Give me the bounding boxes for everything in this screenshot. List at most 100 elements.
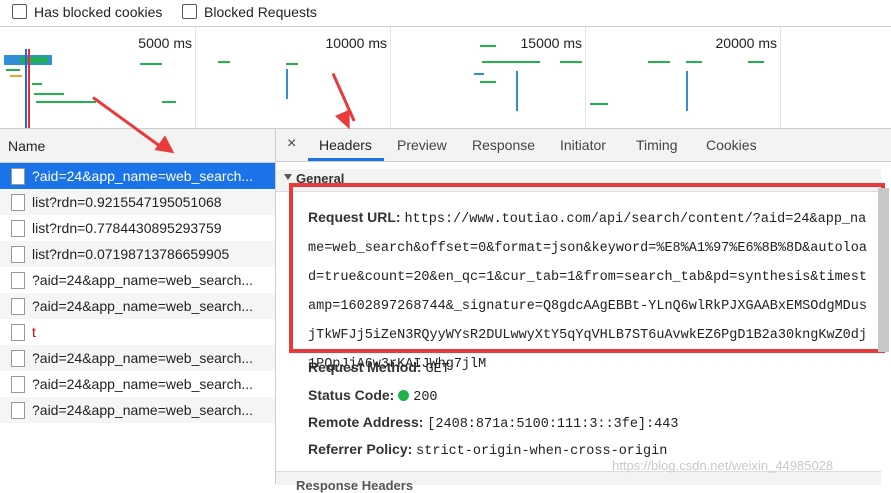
file-icon	[11, 350, 25, 367]
waterfall-bar	[32, 83, 42, 85]
waterfall-bar	[162, 101, 176, 103]
waterfall-bar	[648, 61, 670, 63]
file-icon	[11, 220, 25, 237]
referrer-policy-row: Referrer Policy: strict-origin-when-cros…	[308, 441, 667, 459]
request-url-value[interactable]: https://www.toutiao.com/api/search/conte…	[308, 212, 867, 372]
waterfall-bar	[748, 61, 764, 63]
waterfall-bar	[6, 69, 20, 71]
watermark-text: https://blog.csdn.net/weixin_44985028	[612, 458, 834, 473]
status-code-label: Status Code:	[308, 387, 395, 403]
file-icon	[11, 246, 25, 263]
general-section-header[interactable]: General	[276, 169, 881, 192]
waterfall-bar	[140, 63, 162, 65]
waterfall-bar	[10, 75, 22, 77]
request-name: ?aid=24&app_name=web_search...	[32, 350, 254, 366]
status-code-value[interactable]: 200	[413, 390, 437, 405]
request-name: ?aid=24&app_name=web_search...	[32, 376, 254, 392]
file-icon	[11, 324, 25, 341]
request-list-panel: Name ?aid=24&app_name=web_search... list?…	[0, 129, 276, 484]
tick-line	[780, 27, 781, 128]
general-section-title: General	[296, 171, 345, 186]
request-name: list?rdn=0.7784430895293759	[32, 220, 222, 236]
file-icon	[11, 376, 25, 393]
waterfall-bar	[480, 45, 496, 47]
file-icon	[11, 298, 25, 315]
response-headers-section-header[interactable]: Response Headers	[276, 471, 881, 493]
dom-content-loaded-line	[25, 49, 27, 128]
request-row[interactable]: ?aid=24&app_name=web_search...	[0, 267, 275, 293]
request-method-label: Request Method:	[308, 359, 422, 375]
filter-bar: Has blocked cookies Blocked Requests	[0, 0, 891, 27]
request-method-row: Request Method: GET	[308, 359, 450, 377]
tick-label-10000: 10000 ms	[325, 35, 387, 51]
request-row[interactable]: list?rdn=0.9215547195051068	[0, 189, 275, 215]
waterfall-bar	[474, 73, 484, 75]
request-name: ?aid=24&app_name=web_search...	[32, 402, 254, 418]
file-icon	[11, 168, 25, 185]
request-row[interactable]: list?rdn=0.07198713786659905	[0, 241, 275, 267]
waterfall-bar	[286, 63, 298, 65]
request-row[interactable]: t	[0, 319, 275, 345]
request-name: list?rdn=0.9215547195051068	[32, 194, 222, 210]
waterfall-bar	[560, 61, 582, 63]
request-name: list?rdn=0.07198713786659905	[32, 246, 230, 262]
tick-line	[390, 27, 391, 128]
request-row[interactable]: ?aid=24&app_name=web_search...	[0, 345, 275, 371]
tick-label-15000: 15000 ms	[520, 35, 582, 51]
has-blocked-cookies-label: Has blocked cookies	[34, 4, 163, 20]
request-name: ?aid=24&app_name=web_search...	[32, 168, 254, 184]
file-icon	[11, 402, 25, 419]
waterfall-bar	[516, 71, 518, 111]
waterfall-bar	[590, 103, 608, 105]
request-name: t	[32, 324, 36, 340]
tab-cookies[interactable]: Cookies	[706, 137, 757, 153]
tick-label-20000: 20000 ms	[715, 35, 777, 51]
tick-line	[195, 27, 196, 128]
waterfall-bar	[36, 101, 96, 103]
request-detail-panel: × Headers Preview Response Initiator Tim…	[276, 129, 891, 493]
request-name: ?aid=24&app_name=web_search...	[32, 272, 254, 288]
waterfall-bar	[686, 71, 688, 111]
request-method-value[interactable]: GET	[425, 362, 449, 377]
request-url-row: Request URL: https://www.toutiao.com/api…	[308, 204, 873, 378]
remote-address-row: Remote Address: [2408:871a:5100:111:3::3…	[308, 414, 678, 432]
request-name: ?aid=24&app_name=web_search...	[32, 298, 254, 314]
active-tab-indicator	[308, 158, 384, 161]
status-ok-icon	[398, 390, 410, 401]
detail-scrollbar[interactable]	[878, 188, 889, 352]
blocked-requests-checkbox[interactable]	[182, 4, 197, 19]
load-line	[28, 49, 30, 128]
request-row[interactable]: ?aid=24&app_name=web_search...	[0, 371, 275, 397]
tick-line	[585, 27, 586, 128]
remote-address-value[interactable]: [2408:871a:5100:111:3::3fe]:443	[427, 417, 678, 432]
name-column-header[interactable]: Name	[0, 129, 275, 163]
request-row[interactable]: list?rdn=0.7784430895293759	[0, 215, 275, 241]
status-code-row: Status Code: 200	[308, 387, 438, 405]
detail-tabbar: × Headers Preview Response Initiator Tim…	[276, 129, 891, 162]
request-row[interactable]: ?aid=24&app_name=web_search...	[0, 293, 275, 319]
waterfall-bar	[218, 61, 230, 63]
waterfall-bar	[480, 81, 496, 83]
tab-response[interactable]: Response	[472, 137, 535, 153]
tab-timing[interactable]: Timing	[636, 137, 678, 153]
tab-headers[interactable]: Headers	[319, 137, 372, 153]
waterfall-bar	[686, 61, 702, 63]
response-headers-title: Response Headers	[296, 478, 414, 493]
close-icon[interactable]: ×	[287, 135, 296, 153]
network-overview[interactable]: 5000 ms 10000 ms 15000 ms 20000 ms	[0, 27, 891, 129]
request-url-label: Request URL:	[308, 209, 401, 225]
request-row[interactable]: ?aid=24&app_name=web_search...	[0, 163, 275, 189]
tab-initiator[interactable]: Initiator	[560, 137, 606, 153]
waterfall-bar	[286, 69, 288, 99]
name-column-label: Name	[8, 138, 46, 154]
referrer-policy-label: Referrer Policy:	[308, 441, 413, 457]
file-icon	[11, 272, 25, 289]
tab-preview[interactable]: Preview	[397, 137, 447, 153]
blocked-requests-label: Blocked Requests	[204, 4, 317, 20]
request-row[interactable]: ?aid=24&app_name=web_search...	[0, 397, 275, 423]
referrer-policy-value[interactable]: strict-origin-when-cross-origin	[416, 444, 667, 459]
waterfall-bar	[482, 61, 540, 63]
has-blocked-cookies-checkbox[interactable]	[12, 4, 27, 19]
remote-address-label: Remote Address:	[308, 414, 424, 430]
waterfall-bar	[34, 93, 64, 95]
